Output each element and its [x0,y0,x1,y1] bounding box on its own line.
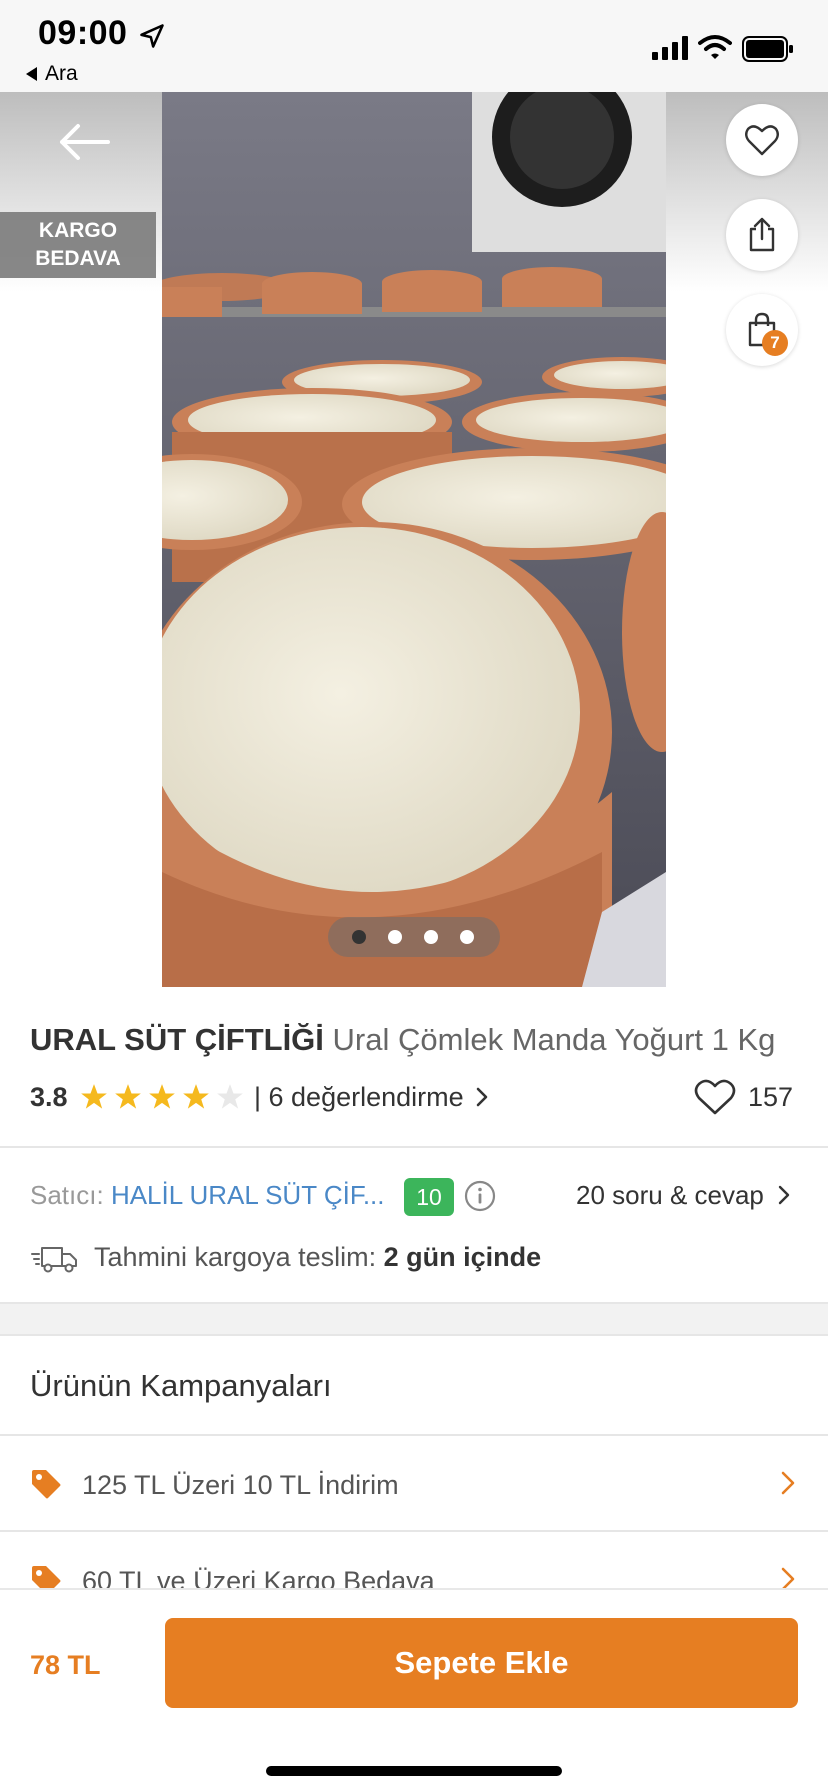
rating-value: 3.8 [30,1082,68,1112]
add-to-cart-button[interactable]: Sepete Ekle [165,1618,798,1708]
chevron-right-icon [778,1185,790,1205]
back-app-label: Ara [45,62,78,85]
delivery-value: 2 gün içinde [383,1242,542,1272]
bottom-action-bar: 78 TL Sepete Ekle [0,1588,828,1792]
reviews-label: | 6 değerlendirme [254,1082,464,1112]
signal-icon [652,36,688,60]
product-name: Ural Çömlek Manda Yoğurt 1 Kg [332,1022,776,1057]
star-icon [149,1084,175,1109]
delivery-label: Tahmini kargoya teslim: [94,1242,377,1272]
favorite-heart-icon[interactable] [694,1078,736,1116]
favorite-button[interactable] [726,104,798,176]
seller-label: Satıcı: [30,1180,104,1210]
rating-row: 3.8 | 6 değerlendirme 157 [30,1078,800,1118]
wifi-icon [698,35,732,59]
chevron-right-icon [781,1471,795,1495]
divider [0,1146,828,1148]
star-icon [81,1084,107,1109]
back-to-app-link[interactable]: Ara [26,62,78,86]
share-button[interactable] [726,199,798,271]
battery-icon [742,36,793,62]
cart-button[interactable]: 7 [726,294,798,366]
back-triangle-icon [26,67,37,81]
product-gallery[interactable]: KARGO BEDAVA 7 [0,92,828,987]
seller-info[interactable]: Satıcı: HALİL URAL SÜT ÇİF... [30,1180,385,1211]
status-time: 09:00 [38,14,128,52]
home-indicator[interactable] [266,1766,562,1776]
product-image[interactable] [162,92,666,987]
truck-icon [31,1247,77,1273]
campaign-label: 125 TL Üzeri 10 TL İndirim [82,1470,399,1500]
back-arrow-icon[interactable] [56,120,112,164]
qa-link[interactable]: 20 soru & cevap [576,1180,791,1211]
campaign-item[interactable]: 125 TL Üzeri 10 TL İndirim [0,1436,828,1532]
tag-icon [32,1470,61,1499]
star-icon [183,1084,209,1109]
product-title: URAL SÜT ÇİFTLİĞİ Ural Çömlek Manda Yoğu… [30,1020,810,1060]
image-pager[interactable] [328,917,500,957]
section-separator [0,1302,828,1336]
delivery-estimate: Tahmini kargoya teslim: 2 gün içinde [94,1242,541,1273]
cart-count-badge: 7 [762,330,788,356]
reviews-link[interactable]: | 6 değerlendirme [254,1082,489,1113]
pager-dot[interactable] [460,930,474,944]
campaigns-title: Ürünün Kampanyaları [30,1368,332,1403]
free-shipping-badge: KARGO BEDAVA [0,212,156,278]
share-icon [749,217,775,252]
location-arrow-icon [140,24,164,48]
heart-icon [745,125,779,156]
chevron-right-icon [476,1087,488,1107]
seller-name-link[interactable]: HALİL URAL SÜT ÇİF... [111,1180,385,1210]
pager-dot[interactable] [352,930,366,944]
seller-score-badge: 10 [404,1178,454,1216]
brand-name[interactable]: URAL SÜT ÇİFTLİĞİ [30,1022,324,1057]
yogurt-pots-photo [162,92,666,987]
star-icon [115,1084,141,1109]
badge-line-2: BEDAVA [35,247,121,270]
star-icon [217,1084,243,1109]
status-bar: 09:00 Ara [0,0,828,92]
price: 78 TL [30,1650,101,1680]
info-icon[interactable] [464,1180,496,1212]
favorite-count: 157 [748,1082,794,1112]
badge-line-1: KARGO [38,219,118,242]
pager-dot[interactable] [424,930,438,944]
qa-label: 20 soru & cevap [576,1180,764,1210]
pager-dot[interactable] [388,930,402,944]
